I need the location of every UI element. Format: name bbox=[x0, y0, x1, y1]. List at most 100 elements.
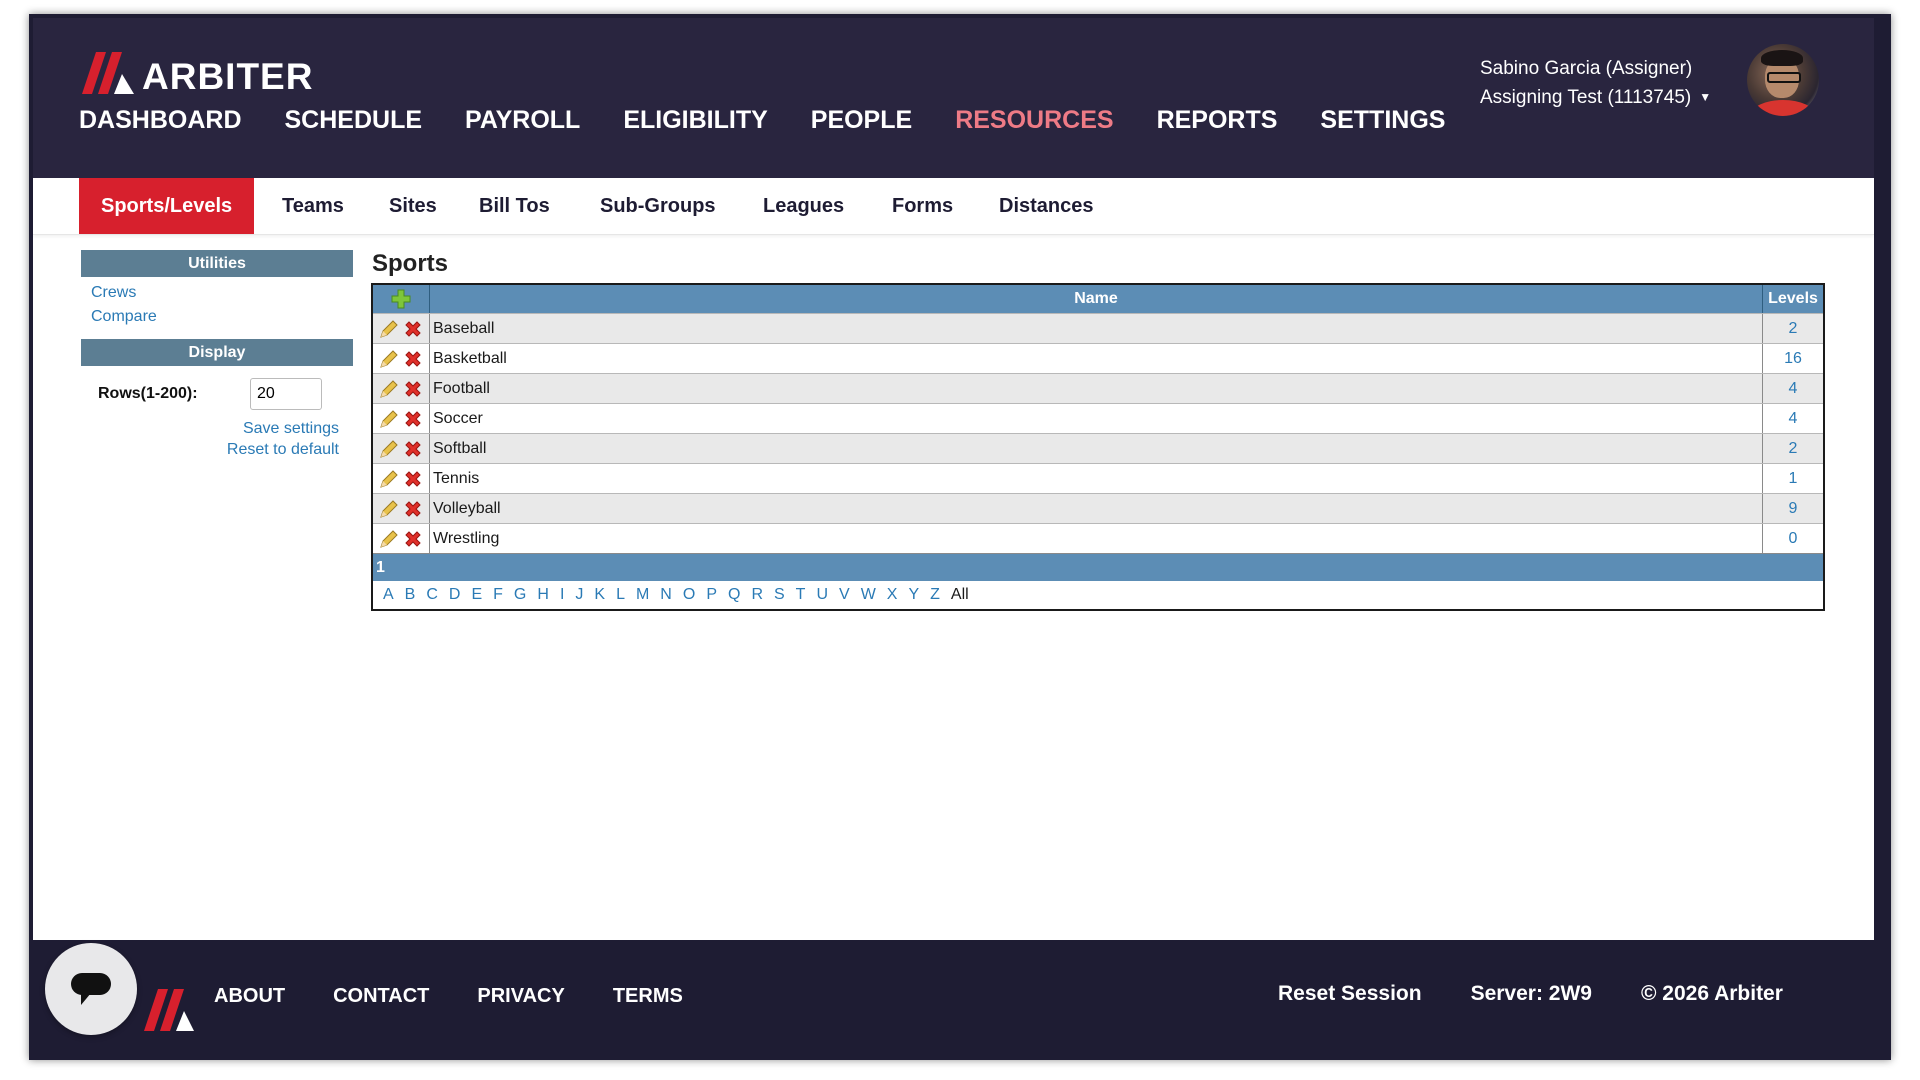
delete-icon[interactable] bbox=[402, 438, 424, 460]
nav-payroll[interactable]: PAYROLL bbox=[465, 106, 580, 135]
alpha-filter-all[interactable]: All bbox=[951, 586, 969, 604]
caret-down-icon[interactable]: ▼ bbox=[1699, 83, 1711, 112]
delete-icon[interactable] bbox=[402, 408, 424, 430]
tab-bill-tos[interactable]: Bill Tos bbox=[479, 178, 550, 234]
alpha-filter-e[interactable]: E bbox=[471, 586, 482, 604]
alpha-filter-r[interactable]: R bbox=[751, 586, 763, 604]
edit-icon[interactable] bbox=[378, 378, 400, 400]
alpha-filter-v[interactable]: V bbox=[839, 586, 850, 604]
delete-icon[interactable] bbox=[402, 528, 424, 550]
edit-icon[interactable] bbox=[378, 318, 400, 340]
tab-sports-levels[interactable]: Sports/Levels bbox=[79, 178, 255, 234]
tab-sites[interactable]: Sites bbox=[389, 178, 437, 234]
table-row: Wrestling 0 bbox=[373, 523, 1823, 553]
table-header: Name Levels bbox=[373, 285, 1823, 313]
edit-icon[interactable] bbox=[378, 468, 400, 490]
alpha-filter-c[interactable]: C bbox=[426, 586, 438, 604]
alpha-filter-d[interactable]: D bbox=[449, 586, 461, 604]
alpha-filter-a[interactable]: A bbox=[383, 586, 394, 604]
levels-link[interactable]: 16 bbox=[1762, 344, 1823, 373]
rows-input[interactable] bbox=[250, 378, 322, 410]
tab-teams[interactable]: Teams bbox=[282, 178, 344, 234]
alpha-filter-m[interactable]: M bbox=[636, 586, 649, 604]
footer-about-link[interactable]: ABOUT bbox=[214, 985, 285, 1008]
alpha-filter-p[interactable]: P bbox=[706, 586, 717, 604]
delete-icon[interactable] bbox=[402, 498, 424, 520]
alpha-filter-h[interactable]: H bbox=[537, 586, 549, 604]
top-header: ARBITER DASHBOARD SCHEDULE PAYROLL ELIGI… bbox=[33, 18, 1874, 178]
levels-link[interactable]: 4 bbox=[1762, 374, 1823, 403]
reset-session-link[interactable]: Reset Session bbox=[1278, 982, 1422, 1006]
footer-logo-icon bbox=[144, 989, 194, 1031]
alpha-filter-l[interactable]: L bbox=[616, 586, 625, 604]
alpha-filter-g[interactable]: G bbox=[514, 586, 526, 604]
delete-icon[interactable] bbox=[402, 348, 424, 370]
delete-icon[interactable] bbox=[402, 468, 424, 490]
nav-reports[interactable]: REPORTS bbox=[1157, 106, 1278, 135]
alpha-filter-y[interactable]: Y bbox=[908, 586, 919, 604]
footer-contact-link[interactable]: CONTACT bbox=[333, 985, 429, 1008]
levels-link[interactable]: 2 bbox=[1762, 434, 1823, 463]
nav-dashboard[interactable]: DASHBOARD bbox=[79, 106, 242, 135]
delete-icon[interactable] bbox=[402, 318, 424, 340]
table-row: Baseball 2 bbox=[373, 313, 1823, 343]
nav-resources[interactable]: RESOURCES bbox=[955, 106, 1113, 135]
user-menu[interactable]: Sabino Garcia (Assigner) Assigning Test … bbox=[1480, 54, 1711, 112]
levels-column-header[interactable]: Levels bbox=[1762, 285, 1823, 313]
table-row: Softball 2 bbox=[373, 433, 1823, 463]
alpha-filter-k[interactable]: K bbox=[594, 586, 605, 604]
footer-terms-link[interactable]: TERMS bbox=[613, 985, 683, 1008]
table-body: Baseball 2 Basketball 16 Football 4 Socc… bbox=[373, 313, 1823, 553]
add-sport-button[interactable] bbox=[373, 285, 430, 313]
edit-icon[interactable] bbox=[378, 348, 400, 370]
alpha-filter-j[interactable]: J bbox=[575, 586, 583, 604]
alphabet-filter: A B C D E F G H I J K L M N O P Q R S T bbox=[373, 581, 1823, 609]
arbiter-logo[interactable]: ARBITER bbox=[82, 48, 313, 98]
sport-name: Volleyball bbox=[433, 500, 501, 517]
levels-link[interactable]: 1 bbox=[1762, 464, 1823, 493]
alpha-filter-x[interactable]: X bbox=[887, 586, 898, 604]
compare-link[interactable]: Compare bbox=[91, 305, 353, 329]
page-number[interactable]: 1 bbox=[376, 559, 385, 576]
edit-icon[interactable] bbox=[378, 438, 400, 460]
edit-icon[interactable] bbox=[378, 528, 400, 550]
edit-icon[interactable] bbox=[378, 498, 400, 520]
tab-sub-groups[interactable]: Sub-Groups bbox=[600, 178, 716, 234]
alpha-filter-q[interactable]: Q bbox=[728, 586, 740, 604]
alpha-filter-i[interactable]: I bbox=[560, 586, 564, 604]
levels-link[interactable]: 4 bbox=[1762, 404, 1823, 433]
levels-link[interactable]: 0 bbox=[1762, 524, 1823, 553]
tab-leagues[interactable]: Leagues bbox=[763, 178, 844, 234]
main-nav: DASHBOARD SCHEDULE PAYROLL ELIGIBILITY P… bbox=[79, 106, 1488, 135]
alpha-filter-b[interactable]: B bbox=[405, 586, 416, 604]
levels-link[interactable]: 2 bbox=[1762, 314, 1823, 343]
nav-eligibility[interactable]: ELIGIBILITY bbox=[623, 106, 767, 135]
tab-distances[interactable]: Distances bbox=[999, 178, 1094, 234]
alpha-filter-f[interactable]: F bbox=[493, 586, 503, 604]
alpha-filter-o[interactable]: O bbox=[683, 586, 695, 604]
plus-icon bbox=[391, 289, 411, 309]
crews-link[interactable]: Crews bbox=[91, 281, 353, 305]
alpha-filter-w[interactable]: W bbox=[861, 586, 876, 604]
reset-default-link[interactable]: Reset to default bbox=[81, 439, 339, 460]
nav-people[interactable]: PEOPLE bbox=[811, 106, 912, 135]
chat-button[interactable] bbox=[45, 943, 137, 1035]
nav-settings[interactable]: SETTINGS bbox=[1320, 106, 1445, 135]
tab-forms[interactable]: Forms bbox=[892, 178, 953, 234]
alpha-filter-s[interactable]: S bbox=[774, 586, 785, 604]
alpha-filter-z[interactable]: Z bbox=[930, 586, 940, 604]
delete-icon[interactable] bbox=[402, 378, 424, 400]
alpha-filter-n[interactable]: N bbox=[660, 586, 672, 604]
alpha-filter-u[interactable]: U bbox=[816, 586, 828, 604]
name-column-header[interactable]: Name bbox=[430, 285, 1762, 313]
avatar[interactable] bbox=[1747, 44, 1819, 116]
footer-privacy-link[interactable]: PRIVACY bbox=[477, 985, 564, 1008]
table-row: Basketball 16 bbox=[373, 343, 1823, 373]
alpha-filter-t[interactable]: T bbox=[796, 586, 806, 604]
levels-link[interactable]: 9 bbox=[1762, 494, 1823, 523]
edit-icon[interactable] bbox=[378, 408, 400, 430]
save-settings-link[interactable]: Save settings bbox=[81, 418, 339, 439]
sport-name: Soccer bbox=[433, 410, 483, 427]
sports-table: Name Levels Baseball 2 Basketball 16 Foo… bbox=[371, 283, 1825, 611]
nav-schedule[interactable]: SCHEDULE bbox=[285, 106, 423, 135]
